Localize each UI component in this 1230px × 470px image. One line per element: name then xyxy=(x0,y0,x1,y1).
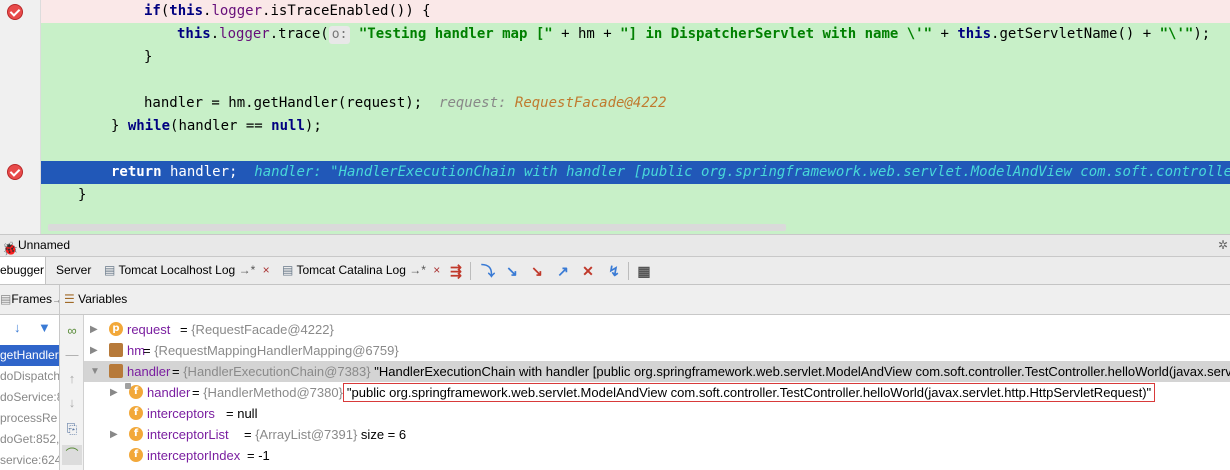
run-config-name: Unnamed xyxy=(18,238,71,252)
frame-item[interactable]: doService:8 xyxy=(0,387,59,408)
expand-arrow-icon[interactable]: ▶ xyxy=(90,340,100,361)
frames-header: ▤Frames→* xyxy=(0,285,60,314)
variable-row[interactable]: ▶ hm = {RequestMappingHandlerMapping@675… xyxy=(84,340,1230,361)
highlighted-value: "public org.springframework.web.servlet.… xyxy=(342,383,1156,402)
keyword: if xyxy=(144,3,161,19)
close-tab-icon[interactable]: × xyxy=(263,263,270,277)
variable-row-selected[interactable]: ▼ handler = {HandlerExecutionChain@7383}… xyxy=(84,361,1230,382)
debug-tab-bar: ebugger Server ▤ Tomcat Localhost Log →*… xyxy=(0,257,1230,285)
settings-icon[interactable]: ✲ xyxy=(1218,235,1228,256)
variable-row[interactable]: f interceptors = null xyxy=(84,403,1230,424)
thread-down-icon[interactable]: ↓ xyxy=(14,320,21,335)
code-line[interactable]: } while(handler == null); xyxy=(41,115,1230,138)
show-execution-point-icon[interactable]: ⇶ xyxy=(446,261,466,281)
debug-icon: 🐞 xyxy=(2,241,19,256)
current-execution-line[interactable]: return handler; handler: "HandlerExecuti… xyxy=(41,161,1230,184)
frame-item[interactable]: service:624 xyxy=(0,450,59,470)
variables-tree[interactable]: ▶ p request = {RequestFacade@4222} ▶ hm … xyxy=(84,315,1230,470)
variables-icon: ☰ xyxy=(64,292,75,306)
frame-item[interactable]: processRe xyxy=(0,408,59,429)
run-to-cursor-icon[interactable]: ↯ xyxy=(604,261,624,281)
debug-window-title-bar: 🐞 Unnamed ✲ xyxy=(0,234,1230,257)
tab-tomcat-catalina-log[interactable]: ▤ Tomcat Catalina Log →* × xyxy=(276,257,446,284)
field-icon: f xyxy=(129,448,143,462)
variable-row[interactable]: f interceptorIndex = -1 xyxy=(84,445,1230,466)
frames-toolbar: ↓ ▼ xyxy=(0,315,59,343)
breakpoint-icon[interactable] xyxy=(7,164,23,180)
close-tab-icon[interactable]: × xyxy=(433,263,440,277)
toolbar-separator xyxy=(470,262,471,280)
field-icon: f xyxy=(125,383,143,399)
frames-list[interactable]: ↓ ▼ getHandler doDispatch doService:8 pr… xyxy=(0,315,60,470)
inline-debug-value: handler: "HandlerExecutionChain with han… xyxy=(254,164,1230,180)
variable-row[interactable]: ▶ p request = {RequestFacade@4222} xyxy=(84,319,1230,340)
tab-debugger[interactable]: ebugger xyxy=(0,257,46,284)
code-line[interactable]: } xyxy=(41,46,1230,69)
new-watch-icon[interactable]: ∞ xyxy=(62,321,82,341)
tab-server[interactable]: Server xyxy=(50,257,97,284)
code-line[interactable]: handler = hm.getHandler(request); reques… xyxy=(41,92,1230,115)
frames-icon: ▤ xyxy=(0,292,12,306)
evaluate-expression-icon[interactable]: ▦ xyxy=(634,261,654,281)
frame-item[interactable]: doDispatch xyxy=(0,366,59,387)
variable-row[interactable]: ▶ f interceptorList = {ArrayList@7391} s… xyxy=(84,424,1230,445)
variables-header: ☰ Variables xyxy=(64,292,128,306)
code-line[interactable] xyxy=(41,138,1230,161)
frame-item[interactable]: doGet:852, xyxy=(0,429,59,450)
show-values-icon[interactable]: ⌒ xyxy=(62,445,82,465)
panels-header: ▤Frames→* ☰ Variables xyxy=(0,285,1230,315)
filter-icon[interactable]: ▼ xyxy=(38,320,51,335)
breakpoint-icon[interactable] xyxy=(7,4,23,20)
step-out-icon[interactable]: ↗ xyxy=(553,261,573,281)
editor-gutter[interactable] xyxy=(0,0,41,234)
collapse-arrow-icon[interactable]: ▼ xyxy=(90,361,100,382)
field-icon: f xyxy=(129,427,143,441)
step-into-icon[interactable]: ↘ xyxy=(502,261,522,281)
code-line[interactable]: if(this.logger.isTraceEnabled()) { xyxy=(41,0,1230,23)
move-down-icon[interactable]: ↓ xyxy=(62,393,82,413)
force-step-into-icon[interactable]: ↘ xyxy=(527,261,547,281)
code-editor[interactable]: if(this.logger.isTraceEnabled()) { this.… xyxy=(0,0,1230,234)
parameter-icon: p xyxy=(109,322,123,336)
log-icon: ▤ xyxy=(104,263,116,277)
log-icon: ▤ xyxy=(282,263,294,277)
move-up-icon[interactable]: ↑ xyxy=(62,369,82,389)
copy-icon[interactable]: ⎘ xyxy=(62,419,82,439)
frame-item[interactable]: getHandler xyxy=(0,345,59,366)
inline-debug-value: request: RequestFacade@4222 xyxy=(439,95,667,111)
tab-tomcat-localhost-log[interactable]: ▤ Tomcat Localhost Log →* × xyxy=(98,257,276,284)
field-icon: f xyxy=(129,406,143,420)
expand-arrow-icon[interactable]: ▶ xyxy=(90,319,100,340)
variable-row[interactable]: ▶ f handler = {HandlerMethod@7380} "publi… xyxy=(84,382,1230,403)
variables-side-toolbar: ∞ — ↑ ↓ ⎘ ⌒ xyxy=(60,315,84,470)
code-line[interactable] xyxy=(41,69,1230,92)
expand-arrow-icon[interactable]: ▶ xyxy=(110,424,120,445)
toolbar-separator xyxy=(628,262,629,280)
code-line[interactable]: } xyxy=(41,184,1230,207)
code-line[interactable]: this.logger.trace(o: "Testing handler ma… xyxy=(41,23,1230,46)
remove-watch-icon[interactable]: — xyxy=(62,345,82,365)
expand-arrow-icon[interactable]: ▶ xyxy=(110,382,120,403)
parameter-hint: o: xyxy=(328,26,351,44)
field-icon xyxy=(109,364,123,378)
step-over-icon[interactable]: ⤵ xyxy=(478,261,498,281)
horizontal-scrollbar[interactable] xyxy=(48,224,786,231)
field-icon xyxy=(109,343,123,357)
drop-frame-icon[interactable]: ✕ xyxy=(578,261,598,281)
